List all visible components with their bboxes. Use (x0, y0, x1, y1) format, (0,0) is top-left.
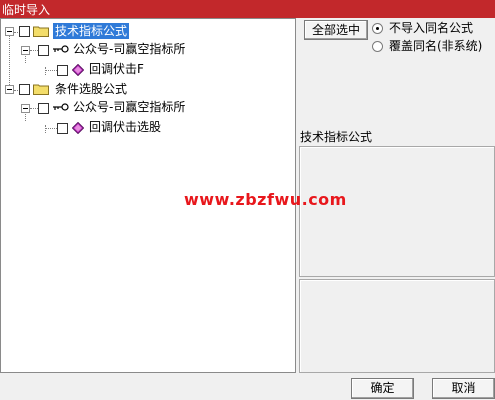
ok-button[interactable]: 确定 (351, 378, 414, 399)
window-title: 临时导入 (2, 3, 51, 17)
tree-node-publisher-a[interactable]: 公众号-司赢空指标所 (71, 41, 187, 57)
formula-gem-icon (72, 122, 84, 134)
formula-gem-icon (72, 64, 84, 76)
folder-icon (33, 26, 49, 37)
cancel-button[interactable]: 取消 (432, 378, 495, 399)
tree-node-formula-screen[interactable]: 回调伏击选股 (87, 119, 163, 135)
expand-toggle[interactable] (21, 46, 30, 55)
tree-checkbox[interactable] (19, 26, 30, 37)
tree-checkbox[interactable] (57, 123, 68, 134)
key-icon (53, 103, 69, 111)
radio-overwrite-label: 覆盖同名(非系统) (389, 39, 483, 53)
expand-toggle[interactable] (21, 104, 30, 113)
title-bar: 临时导入 (0, 0, 495, 18)
tree-node-screening-formulas[interactable]: 条件选股公式 (53, 81, 129, 97)
tree-node-formula-f[interactable]: 回调伏击F (87, 61, 146, 77)
tree-node-publisher-b[interactable]: 公众号-司赢空指标所 (71, 99, 187, 115)
folder-icon (33, 84, 49, 95)
watermark-text: www.zbzfwu.com (184, 190, 347, 209)
expand-toggle[interactable] (5, 27, 14, 36)
tree-node-technical-formulas[interactable]: 技术指标公式 (53, 23, 130, 39)
tree-checkbox[interactable] (19, 84, 30, 95)
category-label: 技术指标公式 (300, 130, 373, 144)
tree-checkbox[interactable] (38, 45, 49, 56)
tree-checkbox[interactable] (38, 103, 49, 114)
tree-checkbox[interactable] (57, 65, 68, 76)
select-all-button[interactable]: 全部选中 (304, 20, 368, 40)
radio-skip-duplicates[interactable] (372, 23, 383, 34)
key-icon (53, 45, 69, 53)
formula-description-panel (299, 146, 495, 277)
radio-overwrite[interactable] (372, 41, 383, 52)
radio-skip-label: 不导入同名公式 (389, 21, 474, 35)
formula-detail-panel (299, 279, 495, 373)
expand-toggle[interactable] (5, 85, 14, 94)
